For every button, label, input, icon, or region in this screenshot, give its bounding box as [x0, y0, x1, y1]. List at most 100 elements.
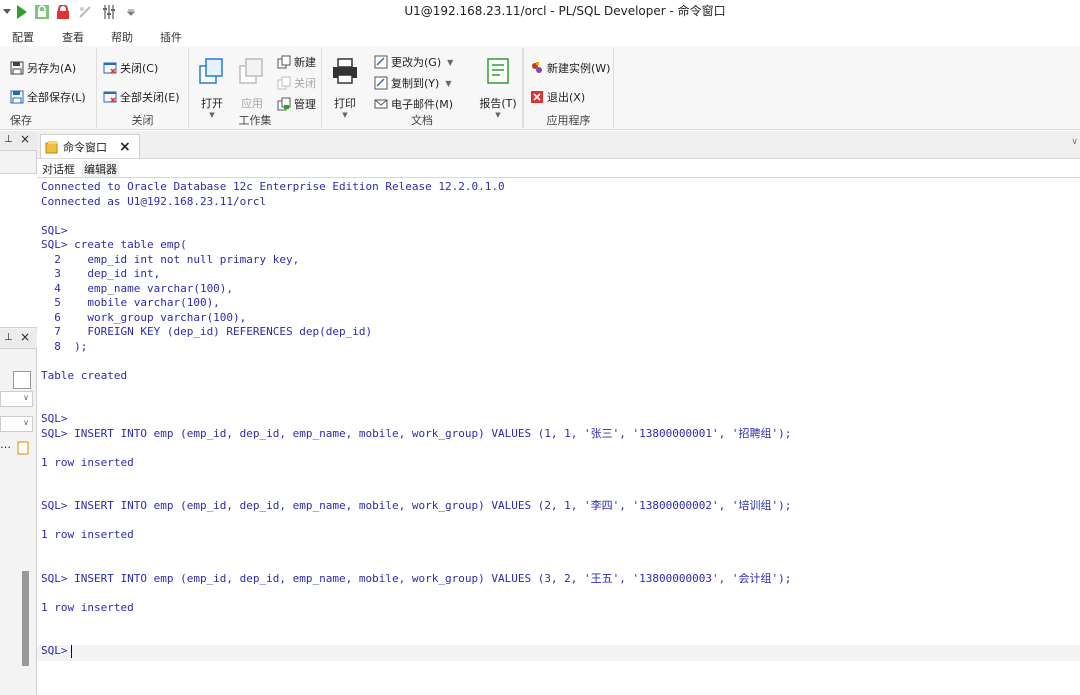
console-line: Connected to Oracle Database 12c Enterpr… — [41, 180, 505, 193]
console-line: 3 dep_id int, — [41, 267, 161, 280]
chevron-down-icon[interactable]: ∨ — [1071, 137, 1078, 147]
console-line: 8 ); — [41, 339, 88, 353]
console-line: SQL> INSERT INTO emp (emp_id, dep_id, em… — [41, 571, 792, 585]
close-workset-label: 关闭 — [294, 77, 316, 90]
save-all-button[interactable]: 全部保存(L) — [10, 87, 86, 107]
console-line: SQL> INSERT INTO emp (emp_id, dep_id, em… — [41, 499, 792, 512]
console-line: SQL> — [41, 223, 68, 237]
console-line: 1 row inserted — [41, 528, 134, 541]
tab-dialog[interactable]: 对话框 — [40, 161, 77, 177]
group-label-application: 应用程序 — [546, 114, 591, 127]
console-line: SQL> — [41, 412, 68, 425]
copy-to-dropdown-icon[interactable]: ▼ — [445, 79, 451, 88]
menu-config[interactable]: 配置 — [12, 29, 34, 45]
close-all-icon — [103, 91, 117, 103]
window-tab-bar: 命令窗口 × ∨ — [37, 131, 1080, 159]
printer-icon — [333, 58, 357, 84]
copy-to-label: 复制到(Y) — [391, 77, 440, 90]
apply-workset-icon — [239, 58, 263, 84]
save-as-icon — [10, 61, 24, 75]
exit-label: 退出(X) — [547, 91, 586, 104]
console-line: Connected as U1@192.168.23.11/orcl — [41, 194, 267, 208]
ribbon-group-save: 另存为(A) 全部保存(L) 保存 — [0, 48, 97, 128]
filter-select[interactable]: ∨ — [0, 391, 33, 407]
print-button[interactable]: 打印 ▼ — [330, 56, 360, 119]
copy-to-button[interactable]: 复制到(Y) ▼ — [374, 73, 451, 93]
new-instance-button[interactable]: 新建实例(W) — [530, 58, 610, 78]
chevron-down-icon: ∨ — [23, 393, 29, 402]
apply-button[interactable]: 应用 — [237, 56, 267, 111]
console-line: Table created — [41, 368, 128, 382]
console-line: 6 work_group varchar(100), — [41, 310, 247, 324]
tab-close-icon[interactable]: × — [119, 139, 131, 155]
left-panel-list — [0, 173, 37, 328]
change-to-dropdown-icon[interactable]: ▼ — [447, 58, 453, 67]
save-all-label: 全部保存(L) — [27, 91, 86, 104]
close-workset-button[interactable]: 关闭 — [277, 73, 316, 93]
close-workset-icon — [277, 76, 291, 90]
change-to-icon — [374, 55, 388, 69]
report-dropdown-icon[interactable]: ▼ — [473, 111, 523, 119]
copy-to-icon — [374, 76, 388, 90]
console-line: SQL> INSERT INTO emp (emp_id, dep_id, em… — [41, 426, 792, 440]
email-button[interactable]: 电子邮件(M) — [374, 94, 453, 114]
ribbon-group-workset: 打开 ▼ 应用 新建 关闭 管理 工作集 — [189, 48, 322, 128]
close-all-label: 全部关闭(E) — [120, 91, 180, 104]
ribbon-group-application: 新建实例(W) 退出(X) 应用程序 — [523, 48, 614, 128]
console-line: 5 mobile varchar(100), — [41, 296, 220, 309]
manage-workset-button[interactable]: 管理 — [277, 94, 316, 114]
close-window-icon — [103, 62, 117, 74]
title-bar: U1@192.168.23.11/orcl - PL/SQL Developer… — [0, 0, 1080, 24]
ribbon: 另存为(A) 全部保存(L) 保存 关闭(C) 全部关闭(E) 关闭 打开 ▼ … — [0, 46, 1080, 130]
close-all-button[interactable]: 全部关闭(E) — [103, 87, 180, 107]
manage-workset-label: 管理 — [294, 98, 316, 111]
open-button[interactable]: 打开 ▼ — [197, 56, 227, 119]
close-button[interactable]: 关闭(C) — [103, 58, 158, 78]
save-as-button[interactable]: 另存为(A) — [10, 58, 76, 78]
window-title: U1@192.168.23.11/orcl - PL/SQL Developer… — [404, 4, 726, 18]
email-label: 电子邮件(M) — [391, 98, 454, 111]
pin-icon[interactable]: ⊥ — [4, 332, 13, 343]
group-label-workset: 工作集 — [238, 114, 272, 127]
new-workset-icon — [277, 55, 291, 69]
console-output: Connected to Oracle Database 12c Enterpr… — [41, 180, 791, 659]
console-line: 4 emp_name varchar(100), — [41, 281, 234, 295]
menu-view[interactable]: 查看 — [62, 29, 84, 45]
command-console[interactable]: Connected to Oracle Database 12c Enterpr… — [37, 179, 1080, 695]
apply-label: 应用 — [241, 97, 263, 110]
group-label-close: 关闭 — [131, 114, 154, 127]
change-to-button[interactable]: 更改为(G) ▼ — [374, 52, 453, 72]
pin-icon[interactable]: ⊥ — [4, 134, 13, 145]
new-instance-label: 新建实例(W) — [547, 62, 611, 75]
close-icon[interactable]: × — [20, 132, 30, 146]
tab-command-window[interactable]: 命令窗口 × — [40, 134, 140, 158]
new-instance-icon — [532, 62, 542, 73]
document-icon[interactable] — [16, 441, 30, 455]
change-to-label: 更改为(G) — [391, 56, 442, 69]
menu-help[interactable]: 帮助 — [111, 29, 133, 45]
report-button[interactable]: 报告(T) ▼ — [473, 56, 523, 119]
tab-editor[interactable]: 编辑器 — [82, 161, 119, 177]
more-icon[interactable]: … — [0, 438, 11, 451]
exit-button[interactable]: 退出(X) — [530, 87, 585, 107]
scrollbar-thumb[interactable] — [22, 571, 29, 666]
close-icon[interactable]: × — [20, 330, 30, 344]
report-label: 报告(T) — [479, 97, 517, 110]
owner-select[interactable]: ∨ — [0, 416, 33, 432]
close-label: 关闭(C) — [120, 62, 159, 75]
menu-plugins[interactable]: 插件 — [160, 29, 182, 45]
exit-icon — [531, 91, 543, 103]
console-line: SQL> create table emp( — [41, 238, 187, 251]
new-workset-button[interactable]: 新建 — [277, 52, 316, 72]
checkbox[interactable] — [13, 371, 31, 389]
left-panel-header-2: ⊥ × — [0, 329, 37, 349]
left-dock-panel: ⊥ × ⊥ × ∨ ∨ … — [0, 131, 37, 695]
